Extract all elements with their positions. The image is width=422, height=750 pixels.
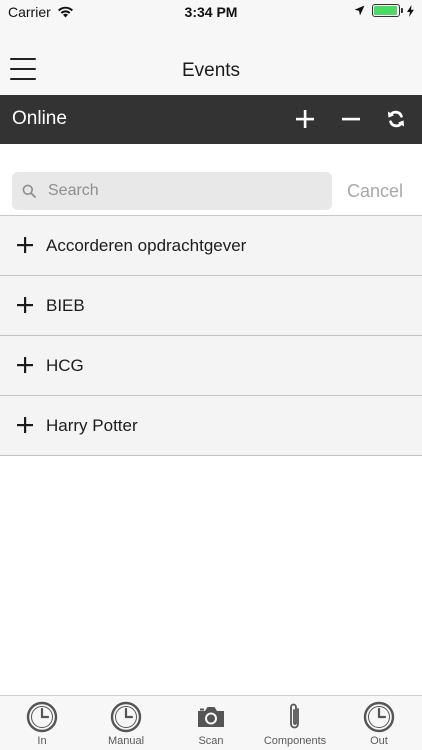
- search-field[interactable]: [12, 172, 332, 210]
- list-item[interactable]: HCG: [0, 336, 422, 396]
- tab-label: Scan: [198, 735, 224, 747]
- plus-icon: [17, 297, 33, 313]
- refresh-icon: [388, 110, 404, 128]
- tab-scan[interactable]: Scan: [181, 696, 241, 750]
- tab-label: Out: [370, 735, 388, 747]
- list-item[interactable]: Accorderen opdrachtgever: [0, 216, 422, 276]
- battery-cap: [401, 8, 403, 13]
- tab-icon-wrapper: [363, 701, 395, 733]
- plus-icon: [17, 237, 33, 253]
- charging-bolt-icon: [407, 4, 414, 17]
- tab-icon-wrapper: [195, 701, 227, 733]
- tab-in[interactable]: In: [12, 696, 72, 750]
- search-icon: [22, 184, 36, 198]
- list-item[interactable]: BIEB: [0, 276, 422, 336]
- camera-icon: [198, 707, 224, 727]
- location-arrow-icon: [354, 5, 365, 16]
- list-item-label: HCG: [46, 356, 84, 375]
- tab-components[interactable]: Components: [257, 696, 333, 750]
- tab-manual[interactable]: Manual: [96, 696, 156, 750]
- plus-icon: [17, 417, 33, 433]
- tab-label: Manual: [107, 735, 145, 747]
- remove-button[interactable]: [336, 104, 366, 134]
- add-button[interactable]: [290, 104, 320, 134]
- tab-label: In: [37, 735, 47, 747]
- list-item-label: Accorderen opdrachtgever: [46, 236, 247, 255]
- clock-icon: [110, 701, 142, 733]
- battery-icon: [372, 4, 403, 17]
- plus-icon: [296, 110, 314, 128]
- tab-icon-wrapper: [26, 701, 58, 733]
- tab-icon-wrapper: [279, 701, 311, 733]
- clock-icon: [26, 701, 58, 733]
- status-bar: Carrier 3:34 PM: [0, 0, 422, 24]
- tab-out[interactable]: Out: [349, 696, 409, 750]
- minus-icon: [342, 117, 360, 121]
- search-bar: Cancel: [0, 144, 422, 216]
- page-title: Events: [181, 60, 241, 81]
- cancel-button[interactable]: Cancel: [347, 181, 403, 202]
- clock-icon: [363, 701, 395, 733]
- search-input[interactable]: [48, 172, 328, 210]
- paperclip-icon: [290, 703, 299, 729]
- tab-bar: In Manual Scan Components Out: [0, 695, 422, 750]
- status-bar-right: [354, 4, 414, 17]
- online-toolbar: Online: [0, 95, 422, 144]
- list-item-label: BIEB: [46, 296, 85, 315]
- plus-icon: [17, 357, 33, 373]
- event-list: Accorderen opdrachtgever BIEB HCG Harry …: [0, 216, 422, 456]
- list-item[interactable]: Harry Potter: [0, 396, 422, 456]
- battery-level: [374, 6, 397, 15]
- refresh-button[interactable]: [381, 104, 411, 134]
- list-item-label: Harry Potter: [46, 416, 138, 435]
- tab-icon-wrapper: [110, 701, 142, 733]
- navigation-bar: Events: [0, 24, 422, 95]
- toolbar-title: Online: [12, 108, 67, 129]
- tab-label: Components: [263, 735, 327, 747]
